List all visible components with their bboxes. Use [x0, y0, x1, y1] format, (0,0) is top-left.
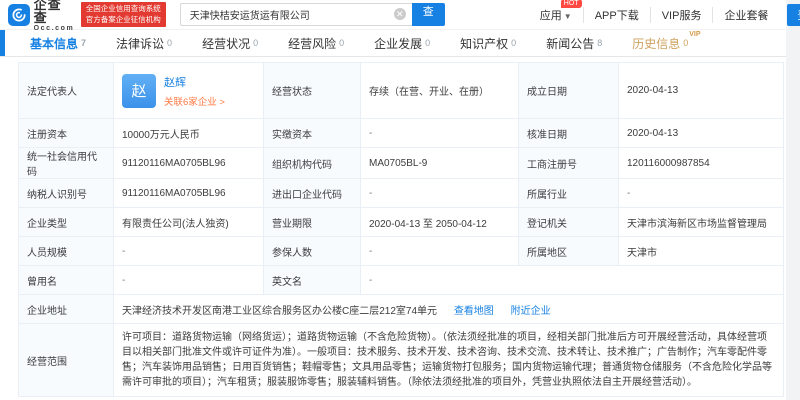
field-label: 曾用名	[19, 266, 114, 295]
field-label: 工商注册号	[519, 148, 619, 179]
tab-basic-info[interactable]: 基本信息7	[30, 35, 86, 52]
tab-operating-status[interactable]: 经营状况0	[202, 35, 258, 52]
field-label: 所属行业	[519, 179, 619, 208]
nearby-companies-link[interactable]: 附近企业	[511, 306, 551, 317]
nav-app-download[interactable]: APP下载	[583, 7, 650, 23]
table-row: 企业地址 天津经济技术开发区南港工业区综合服务区办公楼C座二层212室74单元 …	[19, 295, 784, 324]
badge-line2: 官方备案企业征信机构	[86, 15, 161, 26]
search-bar: ✕ 查一下	[180, 3, 445, 26]
field-value: 天津市滨海新区市场监督管理局	[619, 208, 784, 237]
field-value: MA0705BL-9	[361, 148, 519, 179]
tab-bar: 基本信息7 法律诉讼0 经营状况0 经营风险0 企业发展0 知识产权0 新闻公告…	[0, 30, 786, 57]
field-value: -	[114, 237, 264, 266]
field-label: 营业期限	[264, 208, 361, 237]
field-label: 注册资本	[19, 119, 114, 148]
field-label: 统一社会信用代码	[19, 148, 114, 179]
field-value: 91120116MA0705BL96	[114, 179, 264, 208]
field-value: 120116000987854	[619, 148, 784, 179]
chevron-down-icon: ▼	[564, 12, 572, 21]
search-input[interactable]	[180, 3, 412, 26]
field-label: 经营状态	[264, 63, 361, 119]
active-tab-accent-bar	[0, 30, 5, 56]
tab-operating-risk[interactable]: 经营风险0	[288, 35, 344, 52]
table-row: 人员规模 - 参保人数 - 所属地区 天津市	[19, 237, 784, 266]
field-value: -	[619, 179, 784, 208]
field-label: 英文名	[264, 266, 361, 295]
field-value: -	[361, 237, 519, 266]
field-value: 91120116MA0705BL96	[114, 148, 264, 179]
field-label: 核准日期	[519, 119, 619, 148]
nav-apps-label: 应用	[540, 10, 562, 22]
field-value: 天津市	[619, 237, 784, 266]
field-label: 人员规模	[19, 237, 114, 266]
nav-apps[interactable]: 应用▼ HOT	[529, 7, 583, 23]
table-row: 统一社会信用代码 91120116MA0705BL96 组织机构代码 MA070…	[19, 148, 784, 179]
field-value: 存续（在营、开业、在册）	[361, 63, 519, 119]
legal-rep-name-link[interactable]: 赵辉	[164, 74, 225, 90]
qcc-logo-icon	[8, 4, 30, 26]
top-header: 企查查 Qcc.com 全国企业信用查询系统 官方备案企业征信机构 ✕ 查一下 …	[0, 0, 786, 30]
business-scope-text: 许可项目：道路货物运输（网络货运）；道路货物运输（不含危险货物）。（依法须经批准…	[114, 324, 784, 397]
table-row: 法定代表人 赵 赵辉 关联6家企业 > 经营状态 存续（在营、开业、在册） 成立…	[19, 63, 784, 119]
hot-badge: HOT	[561, 0, 582, 8]
tab-news-announcements[interactable]: 新闻公告8	[546, 35, 602, 52]
vip-tag: VIP	[689, 31, 700, 38]
tab-intellectual-property[interactable]: 知识产权0	[460, 35, 516, 52]
field-value: -	[361, 266, 784, 295]
field-label: 组织机构代码	[264, 148, 361, 179]
tab-history-info[interactable]: 历史信息0VIP	[632, 35, 700, 52]
search-button[interactable]: 查一下	[412, 3, 445, 26]
tab-company-development[interactable]: 企业发展0	[374, 35, 430, 52]
field-label: 经营范围	[19, 324, 114, 397]
field-value: -	[114, 266, 264, 295]
credit-system-badge: 全国企业信用查询系统 官方备案企业征信机构	[81, 2, 166, 27]
field-label: 登记机关	[519, 208, 619, 237]
page: 企查查 Qcc.com 全国企业信用查询系统 官方备案企业征信机构 ✕ 查一下 …	[0, 0, 786, 400]
top-nav: 应用▼ HOT APP下载 VIP服务 企业套餐	[529, 7, 780, 23]
field-label: 参保人数	[264, 237, 361, 266]
basic-info-section: 法定代表人 赵 赵辉 关联6家企业 > 经营状态 存续（在营、开业、在册） 成立…	[0, 57, 786, 397]
field-label: 进出口企业代码	[264, 179, 361, 208]
view-map-link[interactable]: 查看地图	[454, 306, 494, 317]
badge-line1: 全国企业信用查询系统	[86, 4, 161, 15]
qcc-logo-text: 企查查 Qcc.com	[34, 0, 75, 32]
login-register-button[interactable]: 登录 | 注册	[787, 4, 800, 26]
field-value: -	[361, 179, 519, 208]
table-row: 纳税人识别号 91120116MA0705BL96 进出口企业代码 - 所属行业…	[19, 179, 784, 208]
company-address-cell: 天津经济技术开发区南港工业区综合服务区办公楼C座二层212室74单元 查看地图 …	[114, 295, 784, 324]
field-value: 2020-04-13 至 2050-04-12	[361, 208, 519, 237]
table-row: 企业类型 有限责任公司(法人独资) 营业期限 2020-04-13 至 2050…	[19, 208, 784, 237]
field-label: 企业类型	[19, 208, 114, 237]
field-label: 纳税人识别号	[19, 179, 114, 208]
field-value: 2020-04-13	[619, 119, 784, 148]
company-address: 天津经济技术开发区南港工业区综合服务区办公楼C座二层212室74单元	[122, 306, 437, 317]
table-row: 经营范围 许可项目：道路货物运输（网络货运）；道路货物运输（不含危险货物）。（依…	[19, 324, 784, 397]
qcc-logo[interactable]: 企查查 Qcc.com	[8, 0, 75, 32]
field-label: 成立日期	[519, 63, 619, 119]
field-value: 2020-04-13	[619, 63, 784, 119]
legal-rep-cell: 赵 赵辉 关联6家企业 >	[114, 63, 264, 119]
company-info-table: 法定代表人 赵 赵辉 关联6家企业 > 经营状态 存续（在营、开业、在册） 成立…	[18, 62, 784, 397]
logo-name: 企查查	[34, 0, 75, 24]
field-label: 所属地区	[519, 237, 619, 266]
nav-enterprise-plan[interactable]: 企业套餐	[712, 7, 779, 23]
nav-vip-service[interactable]: VIP服务	[650, 7, 713, 23]
field-label: 企业地址	[19, 295, 114, 324]
field-value: 10000万元人民币	[114, 119, 264, 148]
avatar[interactable]: 赵	[122, 74, 156, 108]
field-label: 法定代表人	[19, 63, 114, 119]
tab-legal-litigation[interactable]: 法律诉讼0	[116, 35, 172, 52]
clear-icon[interactable]: ✕	[394, 8, 406, 20]
related-companies-link[interactable]: 关联6家企业 >	[164, 94, 225, 108]
field-value: 有限责任公司(法人独资)	[114, 208, 264, 237]
field-label: 实缴资本	[264, 119, 361, 148]
table-row: 注册资本 10000万元人民币 实缴资本 - 核准日期 2020-04-13	[19, 119, 784, 148]
field-value: -	[361, 119, 519, 148]
table-row: 曾用名 - 英文名 -	[19, 266, 784, 295]
